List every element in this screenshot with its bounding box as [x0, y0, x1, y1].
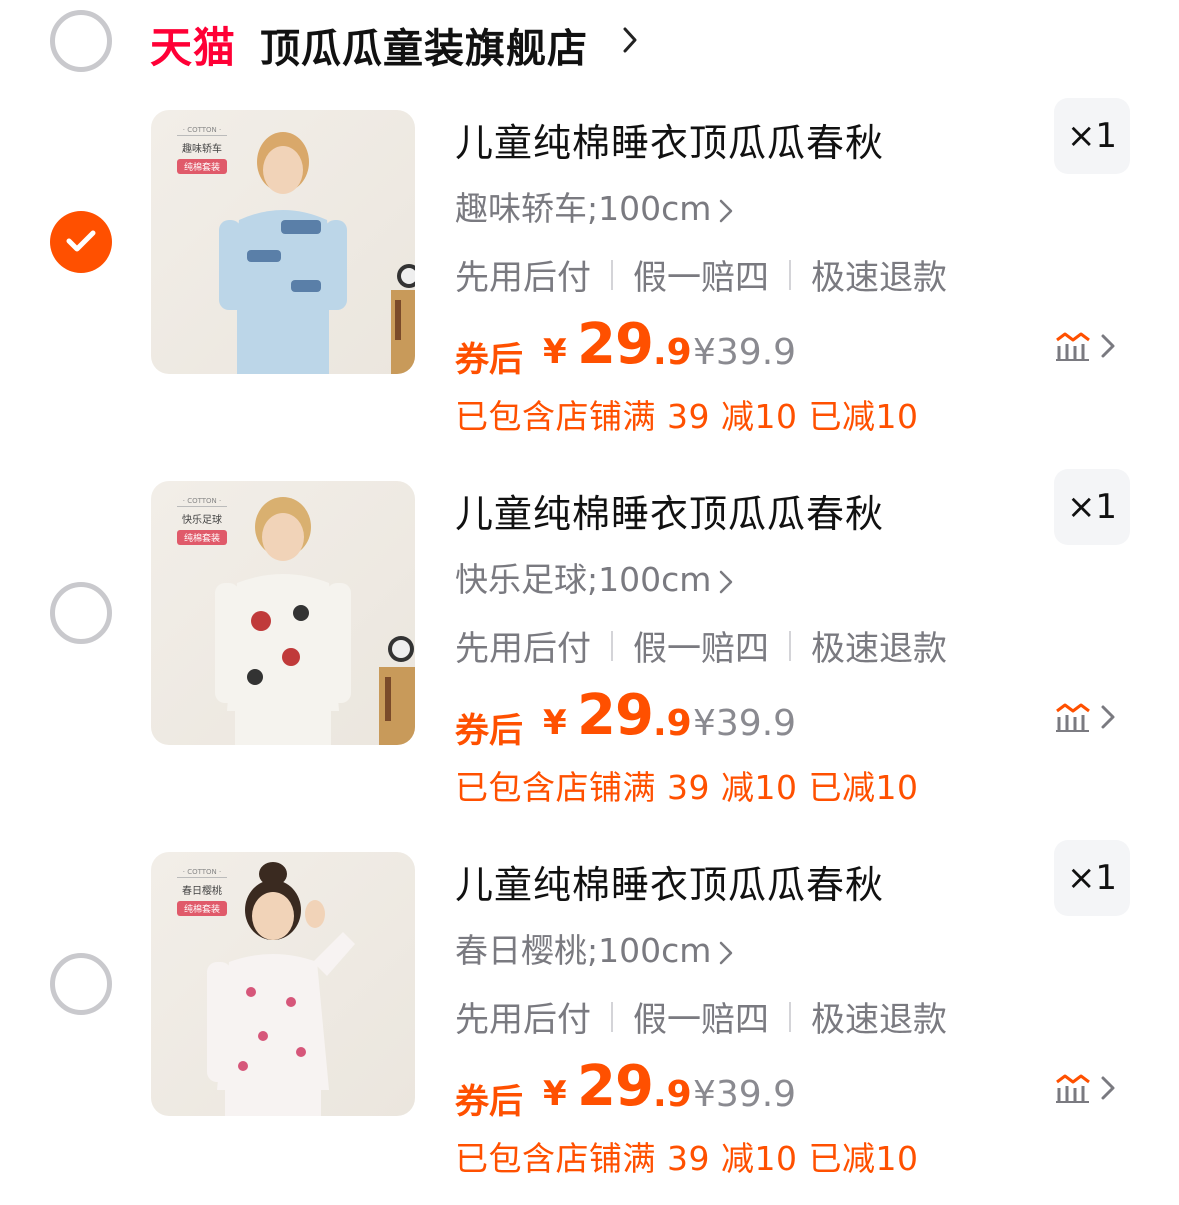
sku-selector[interactable]: 趣味轿车;100cm: [455, 182, 733, 230]
sku-selector[interactable]: 快乐足球;100cm: [455, 553, 733, 601]
service-tag: 假一赔四: [633, 629, 769, 669]
price-label: 券后: [455, 1082, 523, 1122]
promo-text: 已包含店铺满 39 减10 已减10: [455, 397, 919, 436]
quantity-button[interactable]: ×1: [1054, 840, 1130, 916]
sku-label: 趣味轿车;100cm: [455, 189, 712, 228]
item-select-radio[interactable]: [50, 582, 112, 644]
service-tag: 极速退款: [811, 258, 947, 298]
product-tag: · COTTON · 春日樱桃 纯棉套装: [177, 868, 227, 916]
product-title[interactable]: 儿童纯棉睡衣顶瓜瓜春秋: [455, 483, 884, 538]
sku-label: 春日樱桃;100cm: [455, 931, 712, 970]
divider: [611, 259, 613, 290]
service-tag: 极速退款: [811, 629, 947, 669]
service-tags: 先用后付 假一赔四 极速退款: [455, 621, 947, 670]
tag-name: 春日樱桃: [182, 886, 222, 897]
price-currency: ¥: [543, 1074, 567, 1114]
original-price: ¥39.9: [693, 1074, 797, 1115]
tag-cotton: · COTTON ·: [177, 868, 227, 878]
price-decimal: .9: [653, 703, 692, 744]
tag-cotton: · COTTON ·: [177, 497, 227, 507]
promo-text: 已包含店铺满 39 减10 已减10: [455, 1139, 919, 1178]
chevron-right-icon: [720, 941, 733, 964]
item-select-radio[interactable]: [50, 953, 112, 1015]
price-decimal: .9: [653, 1074, 692, 1115]
tag-name: 趣味轿车: [182, 144, 222, 155]
cart-item: · COTTON · 趣味轿车 纯棉套装 儿童纯棉睡衣顶瓜瓜春秋 趣味轿车;10…: [0, 98, 1179, 482]
sku-selector[interactable]: 春日樱桃;100cm: [455, 924, 733, 972]
price-currency: ¥: [543, 703, 567, 743]
tag-set: 纯棉套装: [177, 901, 227, 916]
divider: [611, 1001, 613, 1032]
chevron-right-icon: [720, 570, 733, 593]
tmall-logo: 天猫: [150, 23, 237, 72]
product-image[interactable]: · COTTON · 快乐足球 纯棉套装: [151, 481, 415, 745]
cart-item: · COTTON · 春日樱桃 纯棉套装 儿童纯棉睡衣顶瓜瓜春秋 春日樱桃;10…: [0, 840, 1179, 1205]
service-tag: 假一赔四: [633, 258, 769, 298]
divider: [789, 630, 791, 661]
product-image[interactable]: · COTTON · 春日樱桃 纯棉套装: [151, 852, 415, 1116]
original-price: ¥39.9: [693, 703, 797, 744]
tag-cotton: · COTTON ·: [177, 126, 227, 136]
service-tag: 先用后付: [455, 1000, 591, 1040]
divider: [789, 259, 791, 290]
chevron-right-icon: [720, 199, 733, 222]
cart-item: · COTTON · 快乐足球 纯棉套装 儿童纯棉睡衣顶瓜瓜春秋 快乐足球;10…: [0, 469, 1179, 853]
price-label: 券后: [455, 340, 523, 380]
service-tag: 极速退款: [811, 1000, 947, 1040]
price-integer: 29: [577, 1054, 654, 1119]
price-trend-icon[interactable]: [1055, 330, 1119, 362]
product-image[interactable]: · COTTON · 趣味轿车 纯棉套装: [151, 110, 415, 374]
price-currency: ¥: [543, 332, 567, 372]
promo-text: 已包含店铺满 39 减10 已减10: [455, 768, 919, 807]
service-tag: 先用后付: [455, 629, 591, 669]
price-integer: 29: [577, 312, 654, 377]
service-tag: 假一赔四: [633, 1000, 769, 1040]
service-tags: 先用后付 假一赔四 极速退款: [455, 992, 947, 1041]
divider: [611, 630, 613, 661]
price-decimal: .9: [653, 332, 692, 373]
quantity-button[interactable]: ×1: [1054, 469, 1130, 545]
product-tag: · COTTON · 趣味轿车 纯棉套装: [177, 126, 227, 174]
tag-name: 快乐足球: [182, 515, 222, 526]
product-title[interactable]: 儿童纯棉睡衣顶瓜瓜春秋: [455, 112, 884, 167]
price-integer: 29: [577, 683, 654, 748]
quantity-button[interactable]: ×1: [1054, 98, 1130, 174]
tag-set: 纯棉套装: [177, 159, 227, 174]
service-tags: 先用后付 假一赔四 极速退款: [455, 250, 947, 299]
sku-label: 快乐足球;100cm: [455, 560, 712, 599]
store-select-radio[interactable]: [50, 10, 112, 72]
store-name-link[interactable]: 顶瓜瓜童装旗舰店: [260, 16, 588, 74]
service-tag: 先用后付: [455, 258, 591, 298]
divider: [789, 1001, 791, 1032]
price-trend-icon[interactable]: [1055, 1072, 1119, 1104]
product-tag: · COTTON · 快乐足球 纯棉套装: [177, 497, 227, 545]
store-header: 天猫 顶瓜瓜童装旗舰店: [0, 0, 1179, 90]
price-label: 券后: [455, 711, 523, 751]
check-icon: [66, 230, 96, 252]
tag-set: 纯棉套装: [177, 530, 227, 545]
price-trend-icon[interactable]: [1055, 701, 1119, 733]
chevron-right-icon[interactable]: [622, 26, 638, 54]
original-price: ¥39.9: [693, 332, 797, 373]
product-title[interactable]: 儿童纯棉睡衣顶瓜瓜春秋: [455, 854, 884, 909]
item-select-radio[interactable]: [50, 211, 112, 273]
